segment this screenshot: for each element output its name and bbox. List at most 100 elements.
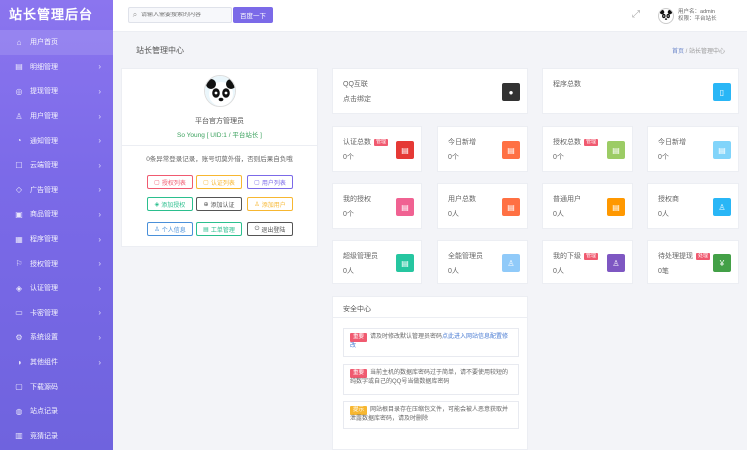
stat-label-text: 全能管理员 [448,253,483,260]
profile-divider [122,145,317,146]
stat-card[interactable]: 程序总数 ▯ [542,68,739,114]
stat-card[interactable]: QQ互联 点击绑定 ● [332,68,528,114]
profile-action-button[interactable]: ▢ 用户列表 [247,175,293,189]
stat-card[interactable]: 我的下级 管理 0人 ♙ [542,240,633,284]
sidebar-item[interactable]: ⚙ 系统设置 › [0,325,113,350]
sidebar-item-label: 通知管理 [30,137,58,145]
stat-card[interactable]: 今日新增 0个 ▤ [647,126,739,172]
sidebar-item[interactable]: ◑ 其他组件 › [0,350,113,375]
breadcrumb-current: 站长管理中心 [688,49,725,55]
profile-action-button[interactable]: ⏻ 退出登陆 [247,222,293,236]
chevron-right-icon: › [98,111,101,121]
sidebar-item-label: 下载源码 [30,383,58,391]
chevron-right-icon: › [98,332,101,342]
button-label: 认证列表 [210,180,235,187]
doc-icon: ▤ [502,141,520,159]
stat-card[interactable]: 用户总数 0人 ▤ [437,183,528,229]
fullscreen-icon[interactable]: ⤢ [632,9,640,20]
search-button[interactable]: 百度一下 [233,7,273,23]
doc-icon: ▤ [396,141,414,159]
sidebar-item[interactable]: ⚐ 授权管理 › [0,251,113,276]
stat-label: 普通用户 [553,194,581,204]
stat-card[interactable]: 全能管理员 0人 ♙ [437,240,528,284]
profile-action-button[interactable]: ▢ 授权列表 [147,175,193,189]
stat-card[interactable]: 超级管理员 0人 ▤ [332,240,422,284]
manage-tag[interactable]: 管理 [584,139,599,146]
sidebar-item[interactable]: ▣ 商品管理 › [0,202,113,227]
stat-card[interactable]: 认证总数 管理 0个 ▤ [332,126,422,172]
search-box: ⌕ [128,7,232,23]
stat-card[interactable]: 待处理提现 处理 0笔 ¥ [647,240,739,284]
alert-text: 请及时修改默认管理员密码 [370,334,443,340]
chevron-right-icon: › [98,160,101,170]
sidebar-item[interactable]: ▭ 卡密管理 › [0,301,113,326]
wallet-icon: ◎ [15,86,23,96]
button-icon: ♙ [254,201,260,208]
stat-label-text: 待处理提现 [658,253,693,260]
stat-label: 认证总数 管理 [343,137,389,147]
sidebar-item[interactable]: ▤ 明细管理 › [0,55,113,80]
ad-icon: ◇ [15,185,23,195]
mobile-icon: ▯ [713,83,731,101]
stat-value: 0人 [553,268,564,275]
user-icon: ♙ [502,254,520,272]
security-alert: 重要 请及时修改默认管理员密码点此进入网站信息配置修改 [343,328,519,357]
profile-action-button[interactable]: ▢ 认证列表 [196,175,242,189]
stat-value: 0个 [553,154,564,161]
sidebar-item[interactable]: ◎ 提现管理 › [0,79,113,104]
sidebar-item[interactable]: ◍ 站点记录 [0,399,113,424]
stat-value[interactable]: 点击绑定 [343,94,371,104]
stat-label: 授权商 [658,194,679,204]
profile-action-button[interactable]: ♙ 添加用户 [247,197,293,211]
sidebar-item[interactable]: ▦ 程序管理 › [0,227,113,252]
manage-tag[interactable]: 管理 [374,139,389,146]
sidebar-item[interactable]: ⌂ 用户首页 [0,30,113,55]
profile-action-button[interactable]: ◈ 添加授权 [147,197,193,211]
manage-tag[interactable]: 处理 [696,253,711,260]
stat-card[interactable]: 普通用户 0人 ▤ [542,183,633,229]
chevron-right-icon: › [98,234,101,244]
button-label: 添加用户 [261,202,286,209]
alert-badge: 提示 [350,406,368,415]
search-input[interactable] [141,12,227,18]
profile-action-button[interactable]: ▤ 工单管理 [196,222,242,236]
flag-icon: ⚐ [15,259,23,269]
stat-value: 0人 [658,211,669,218]
stat-label-text: 授权总数 [553,139,581,146]
stat-card[interactable]: 授权总数 管理 0个 ▤ [542,126,633,172]
bell-icon: ◔ [16,136,22,146]
user-icon: ♙ [713,198,731,216]
breadcrumb: 首页 / 站长管理中心 [672,46,725,55]
breadcrumb-separator: / [685,49,688,55]
stat-card[interactable]: 授权商 0人 ♙ [647,183,739,229]
stat-value: 0人 [448,268,459,275]
sidebar-item[interactable]: ◔ 通知管理 › [0,128,113,153]
sidebar-item[interactable]: ♙ 用户管理 › [0,104,113,129]
button-icon: ⊕ [203,201,209,208]
manage-tag[interactable]: 管理 [584,253,599,260]
stat-label: 待处理提现 处理 [658,251,711,261]
sidebar-item[interactable]: ▢ 下载源码 [0,374,113,399]
sidebar-item[interactable]: ▥ 竞猜记录 [0,424,113,449]
page-title: 站长管理中心 [136,46,184,55]
sidebar-item-label: 商品管理 [30,211,58,219]
stat-card[interactable]: 今日新增 0个 ▤ [437,126,528,172]
stat-label-text: 授权商 [658,196,679,203]
user-menu[interactable]: 用户名：admin 权限：平台站长 [658,4,747,28]
program-icon: ▦ [15,234,23,244]
gear-icon: ⚙ [15,332,23,342]
button-icon: ▢ [203,179,209,186]
sidebar-item[interactable]: ☐ 云端管理 › [0,153,113,178]
sidebar-item[interactable]: ◇ 广告管理 › [0,178,113,203]
sidebar-item[interactable]: ◈ 认证管理 › [0,276,113,301]
record-icon: ▥ [15,431,23,441]
breadcrumb-home[interactable]: 首页 [672,49,684,55]
profile-uid: So Young [ UID:1 / 平台站长 ] [177,132,262,139]
stat-label: 我的授权 [343,194,371,204]
chevron-right-icon: › [98,283,101,293]
profile-action-button[interactable]: ⊕ 添加认证 [196,197,242,211]
sidebar-item-label: 系统设置 [30,334,58,342]
qq-icon: ● [502,83,520,101]
profile-action-button[interactable]: ♙ 个人信息 [147,222,193,236]
stat-card[interactable]: 我的授权 0个 ▤ [332,183,422,229]
